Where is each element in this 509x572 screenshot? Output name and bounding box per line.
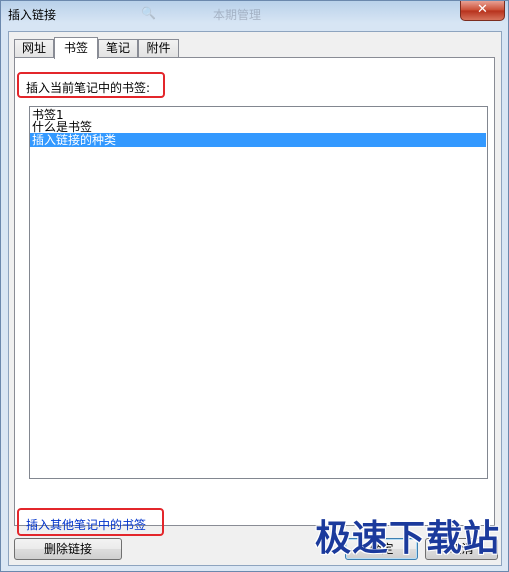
current-note-bookmarks-label: 插入当前笔记中的书签: <box>26 81 151 95</box>
bookmark-list[interactable]: 书签1 什么是书签 插入链接的种类 <box>29 106 488 479</box>
tab-bookmarks[interactable]: 书签 <box>54 37 98 59</box>
dialog-body: 网址 书签 笔记 附件 插入当前笔记中的书签: 书签1 什么是书签 插入链接的种… <box>8 31 502 566</box>
tab-notes[interactable]: 笔记 <box>98 39 138 57</box>
watermark-logo: 极速下载站 <box>315 518 501 559</box>
close-button[interactable]: ✕ <box>460 1 505 21</box>
list-item-selected[interactable]: 插入链接的种类 <box>30 133 486 147</box>
background-toolbar: 🔍 本期管理 <box>121 3 421 25</box>
close-icon: ✕ <box>477 2 488 17</box>
list-item[interactable]: 书签1 <box>30 109 487 121</box>
delete-link-button[interactable]: 删除链接 <box>14 538 122 560</box>
tab-attachments[interactable]: 附件 <box>138 39 179 57</box>
dialog-title: 插入链接 <box>8 8 57 22</box>
tab-url[interactable]: 网址 <box>14 39 54 57</box>
insert-link-dialog: 插入链接 🔍 本期管理 ✕ 网址 书签 笔记 附件 插入当前笔记中的书签: 书签… <box>0 0 509 572</box>
other-note-bookmarks-link[interactable]: 插入其他笔记中的书签 <box>26 516 146 533</box>
title-bar[interactable]: 插入链接 🔍 本期管理 ✕ <box>1 1 508 27</box>
background-toolbar-item: 本期管理 <box>213 8 262 22</box>
bookmarks-panel: 插入当前笔记中的书签: 书签1 什么是书签 插入链接的种类 插入其他笔记中的书签 <box>14 57 495 536</box>
list-item[interactable]: 什么是书签 <box>30 121 487 133</box>
search-icon: 🔍 <box>141 6 156 20</box>
